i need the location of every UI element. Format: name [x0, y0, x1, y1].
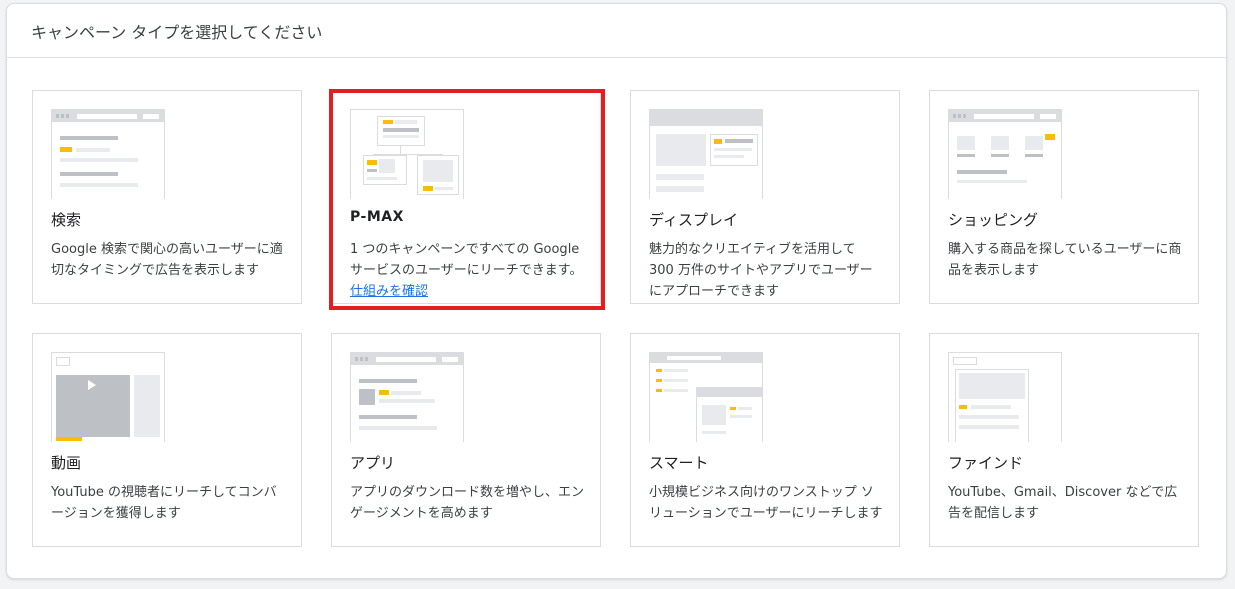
card-description: 購入する商品を探しているユーザーに商品を表示します: [948, 242, 1182, 278]
video-illustration: [51, 352, 165, 442]
campaign-card-video[interactable]: 動画 YouTube の視聴者にリーチしてコンバージョンを獲得します: [32, 333, 302, 547]
card-title: 検索: [51, 211, 82, 229]
card-title: P-MAX: [350, 209, 404, 225]
card-title: ショッピング: [948, 211, 1039, 229]
learn-more-link[interactable]: 仕組みを確認: [350, 284, 428, 299]
app-illustration: [350, 352, 464, 442]
discovery-illustration: [948, 352, 1062, 442]
campaign-card-shopping[interactable]: ショッピング 購入する商品を探しているユーザーに商品を表示します: [929, 90, 1199, 304]
card-description: Google 検索で関心の高いユーザーに適切なタイミングで広告を表示します: [51, 242, 283, 278]
card-title: ディスプレイ: [649, 211, 738, 229]
card-description: アプリのダウンロード数を増やし、エンゲージメントを高めます: [350, 485, 585, 521]
card-description: 1 つのキャンペーンですべての Google サービスのユーザーにリーチできます…: [350, 239, 584, 302]
card-title: スマート: [649, 454, 709, 472]
card-description-text: 1 つのキャンペーンですべての Google サービスのユーザーにリーチできます…: [350, 242, 583, 278]
campaign-card-pmax[interactable]: P-MAX 1 つのキャンペーンですべての Google サービスのユーザーにリ…: [331, 90, 601, 304]
campaign-card-discovery[interactable]: ファインド YouTube、Gmail、Discover などで広告を配信します: [929, 333, 1199, 547]
panel-title: キャンペーン タイプを選択してください: [7, 4, 1226, 58]
campaign-card-smart[interactable]: スマート 小規模ビジネス向けのワンストップ ソリューションでユーザーにリーチしま…: [630, 333, 900, 547]
card-description: 魅力的なクリエイティブを活用して 300 万件のサイトやアプリでユーザーにアプロ…: [649, 242, 873, 299]
card-title: アプリ: [350, 454, 396, 472]
card-title: 動画: [51, 454, 82, 472]
search-illustration: [51, 109, 165, 199]
campaign-card-display[interactable]: ディスプレイ 魅力的なクリエイティブを活用して 300 万件のサイトやアプリでユ…: [630, 90, 900, 304]
card-description: YouTube、Gmail、Discover などで広告を配信します: [948, 485, 1178, 521]
smart-illustration: [649, 352, 763, 442]
campaign-card-app[interactable]: アプリ アプリのダウンロード数を増やし、エンゲージメントを高めます: [331, 333, 601, 547]
download-icon: [359, 389, 375, 405]
panel-title-text: キャンペーン タイプを選択してください: [31, 22, 323, 42]
pmax-illustration: [350, 109, 464, 199]
campaign-card-search[interactable]: 検索 Google 検索で関心の高いユーザーに適切なタイミングで広告を表示します: [32, 90, 302, 304]
display-illustration: [649, 109, 763, 199]
card-description: 小規模ビジネス向けのワンストップ ソリューションでユーザーにリーチします: [649, 485, 883, 521]
card-description: YouTube の視聴者にリーチしてコンバージョンを獲得します: [51, 485, 277, 521]
play-icon: [88, 380, 96, 390]
card-title: ファインド: [948, 454, 1024, 472]
shopping-illustration: [948, 109, 1062, 199]
